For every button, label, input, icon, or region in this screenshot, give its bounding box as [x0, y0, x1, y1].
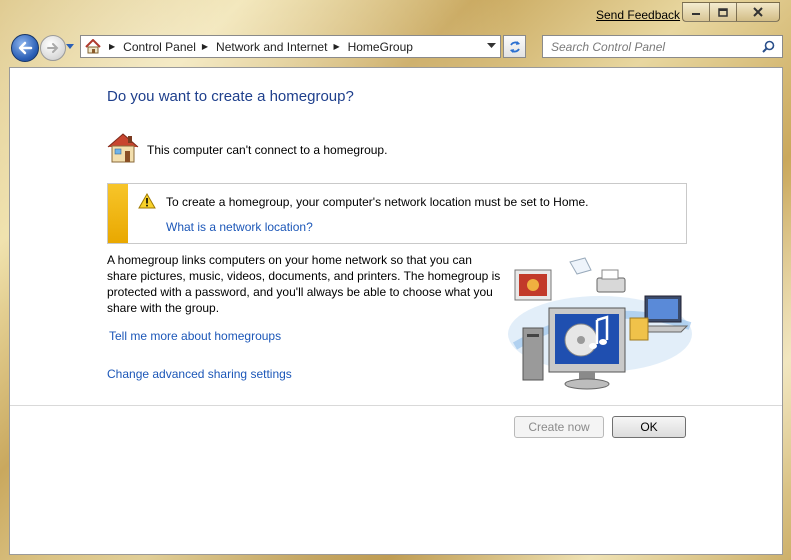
search-placeholder: Search Control Panel — [551, 40, 666, 54]
breadcrumb-separator[interactable]: ▶ — [333, 42, 339, 51]
history-dropdown-icon[interactable] — [66, 44, 74, 50]
homegroup-description: A homegroup links computers on your home… — [107, 253, 501, 315]
breadcrumb-homegroup[interactable]: HomeGroup — [348, 40, 413, 54]
footer-divider — [10, 405, 782, 406]
warning-text: To create a homegroup, your computer's n… — [166, 195, 589, 209]
ok-button[interactable]: OK — [612, 416, 686, 438]
content-panel: Do you want to create a homegroup? This … — [9, 67, 783, 555]
homegroup-illustration — [508, 257, 692, 390]
tell-me-more-link[interactable]: Tell me more about homegroups — [109, 329, 281, 343]
forward-button[interactable] — [40, 35, 66, 61]
minimize-button[interactable] — [682, 2, 710, 22]
forward-arrow-icon — [47, 43, 59, 53]
breadcrumb-control-panel[interactable]: Control Panel — [123, 40, 196, 54]
close-icon — [753, 7, 763, 17]
address-dropdown-icon[interactable] — [487, 43, 496, 49]
maximize-icon — [718, 7, 728, 17]
address-bar[interactable]: ▶ Control Panel ▶ Network and Internet ▶… — [80, 35, 501, 58]
advanced-sharing-link[interactable]: Change advanced sharing settings — [107, 367, 292, 381]
warning-icon — [138, 193, 156, 209]
breadcrumb-separator[interactable]: ▶ — [202, 42, 208, 51]
page-title: Do you want to create a homegroup? — [107, 88, 354, 105]
back-arrow-icon — [18, 41, 33, 55]
search-input[interactable]: Search Control Panel — [542, 35, 783, 58]
close-button[interactable] — [736, 2, 780, 22]
create-now-button[interactable]: Create now — [514, 416, 604, 438]
send-feedback-link[interactable]: Send Feedback — [596, 8, 680, 22]
status-text: This computer can't connect to a homegro… — [147, 143, 388, 157]
refresh-button[interactable] — [503, 35, 526, 58]
minimize-icon — [692, 13, 700, 15]
house-icon — [83, 38, 103, 56]
refresh-icon — [509, 40, 520, 53]
network-location-link[interactable]: What is a network location? — [166, 220, 313, 234]
search-icon[interactable] — [762, 40, 775, 53]
back-button[interactable] — [11, 34, 39, 62]
caption-buttons — [682, 2, 780, 22]
warning-stripe — [108, 184, 128, 243]
breadcrumb-network-and-internet[interactable]: Network and Internet — [216, 40, 327, 54]
warning-panel: To create a homegroup, your computer's n… — [107, 183, 687, 244]
maximize-button[interactable] — [709, 2, 737, 22]
breadcrumb-separator[interactable]: ▶ — [109, 42, 115, 51]
homegroup-icon — [107, 133, 139, 163]
